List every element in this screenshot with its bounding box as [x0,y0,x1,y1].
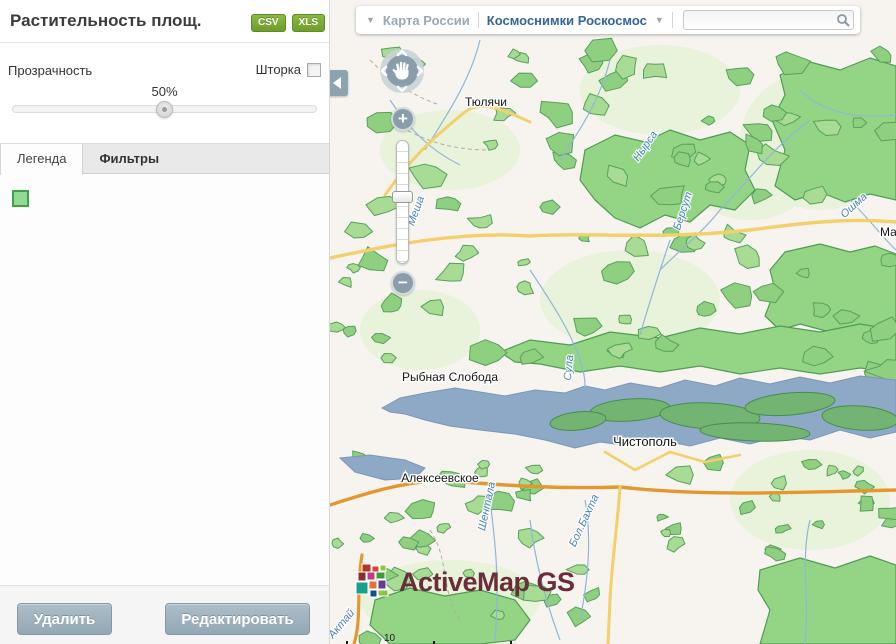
map-label-river: Бол.Бахта [567,493,602,549]
map-label-town: Алексеевское [401,471,479,485]
vegetation-blob [516,490,531,501]
vegetation-blob [879,507,896,520]
zoom-slider-handle[interactable] [392,191,413,203]
scale-bar: 10 [346,633,512,644]
vegetation-blob [657,514,669,521]
map-label-town: Рыбная Слобода [402,370,498,384]
vegetation-blob [526,465,543,474]
opacity-row: Прозрачность Шторка [8,62,321,80]
edit-button[interactable]: Редактировать [165,603,310,635]
export-buttons: CSV XLS [251,14,325,32]
vegetation-blob [436,263,464,281]
tab-legend[interactable]: Легенда [0,144,83,176]
map-label-river: Сула [562,354,576,380]
vegetation-blob [567,607,590,627]
vegetation-blob [860,496,873,511]
vegetation-blob [511,73,538,87]
vegetation-blob [721,283,752,309]
vegetation-blob [517,281,534,295]
vegetation-blob [584,588,600,602]
vegetation-blob [546,133,573,156]
legend-content [0,175,329,585]
legend-color-box [13,191,28,206]
vegetation-blob [643,64,666,79]
map-toolbar: ▼ Карта России Космоснимки Роскосмос ▼ [356,6,860,34]
export-csv-button[interactable]: CSV [251,14,286,32]
curtain-label: Шторка [256,62,301,77]
curtain-control: Шторка [256,62,321,77]
vegetation-blob [765,547,786,561]
vegetation-blob [437,524,451,534]
sidebar-collapse-button[interactable] [330,70,348,96]
search-input[interactable] [683,10,854,30]
map-label-town: Ма [880,225,896,239]
opacity-value: 50% [151,84,177,99]
vegetation-blob [360,534,374,543]
scale-label: 10 [384,633,395,644]
toolbar-divider [672,12,673,28]
base-layer-select[interactable]: Карта России [383,13,470,28]
vegetation-blob [345,222,373,238]
map-label-town: Тюлячи [465,95,507,109]
activemap-app: Растительность площ. CSV XLS Прозрачност… [0,0,896,644]
opacity-slider-track[interactable] [12,105,317,113]
vegetation-blob [625,235,648,257]
layer-panel-header: Растительность площ. CSV XLS [0,0,329,43]
vegetation-blob [540,101,572,128]
layer-title: Растительность площ. [10,11,202,31]
export-xls-button[interactable]: XLS [292,14,325,32]
map-label-town: Чистополь [613,434,677,449]
vegetation-blob [518,259,531,266]
panel-tabs: Легенда Фильтры [0,143,329,174]
activemap-logo-icon [354,563,392,601]
vegetation-blob [405,500,435,519]
vegetation-blob [384,512,404,522]
chevron-down-icon[interactable]: ▼ [655,15,664,25]
zoom-in-button[interactable]: + [391,107,415,131]
panel-footer: Удалить Редактировать [0,585,329,644]
legend-swatch [12,190,30,208]
map-canvas[interactable]: Тюлячи Рыбная Слобода Чистополь Алексеев… [330,0,896,644]
toolbar-divider [478,12,479,28]
opacity-slider: 50% [12,100,317,130]
zoom-slider-track[interactable] [396,140,409,264]
chevron-down-icon[interactable]: ▼ [366,15,375,25]
vegetation-blob [666,466,694,484]
activemap-logo-text: ActiveMap GS [399,567,575,598]
vegetation-blob [619,315,632,324]
vegetation-blob [455,245,479,261]
delete-button[interactable]: Удалить [17,603,112,635]
vegetation-blob [540,200,560,214]
opacity-slider-handle[interactable] [156,101,173,118]
vegetation-blob [339,278,352,288]
vegetation-blob [467,215,492,228]
map-tiles: Тюлячи Рыбная Слобода Чистополь Алексеев… [330,0,896,644]
vegetation-blob [661,530,671,537]
vegetation-blob [330,322,345,332]
search-icon[interactable] [836,13,850,27]
search-box [683,10,854,30]
active-layer-select[interactable]: Космоснимки Роскосмос [487,13,647,28]
tab-filters[interactable]: Фильтры [83,144,175,175]
activemap-logo: ActiveMap GS [354,563,575,601]
curtain-checkbox[interactable] [307,63,321,77]
vegetation-blob [332,538,344,548]
vegetation-blob [735,245,760,269]
layer-panel: Растительность площ. CSV XLS Прозрачност… [0,0,330,644]
vegetation-blob [667,537,685,553]
vegetation-blob [881,253,896,267]
opacity-label: Прозрачность [8,63,92,78]
zoom-out-button[interactable]: − [391,271,415,295]
vegetation-blob [436,197,461,211]
pan-control[interactable] [379,48,425,94]
